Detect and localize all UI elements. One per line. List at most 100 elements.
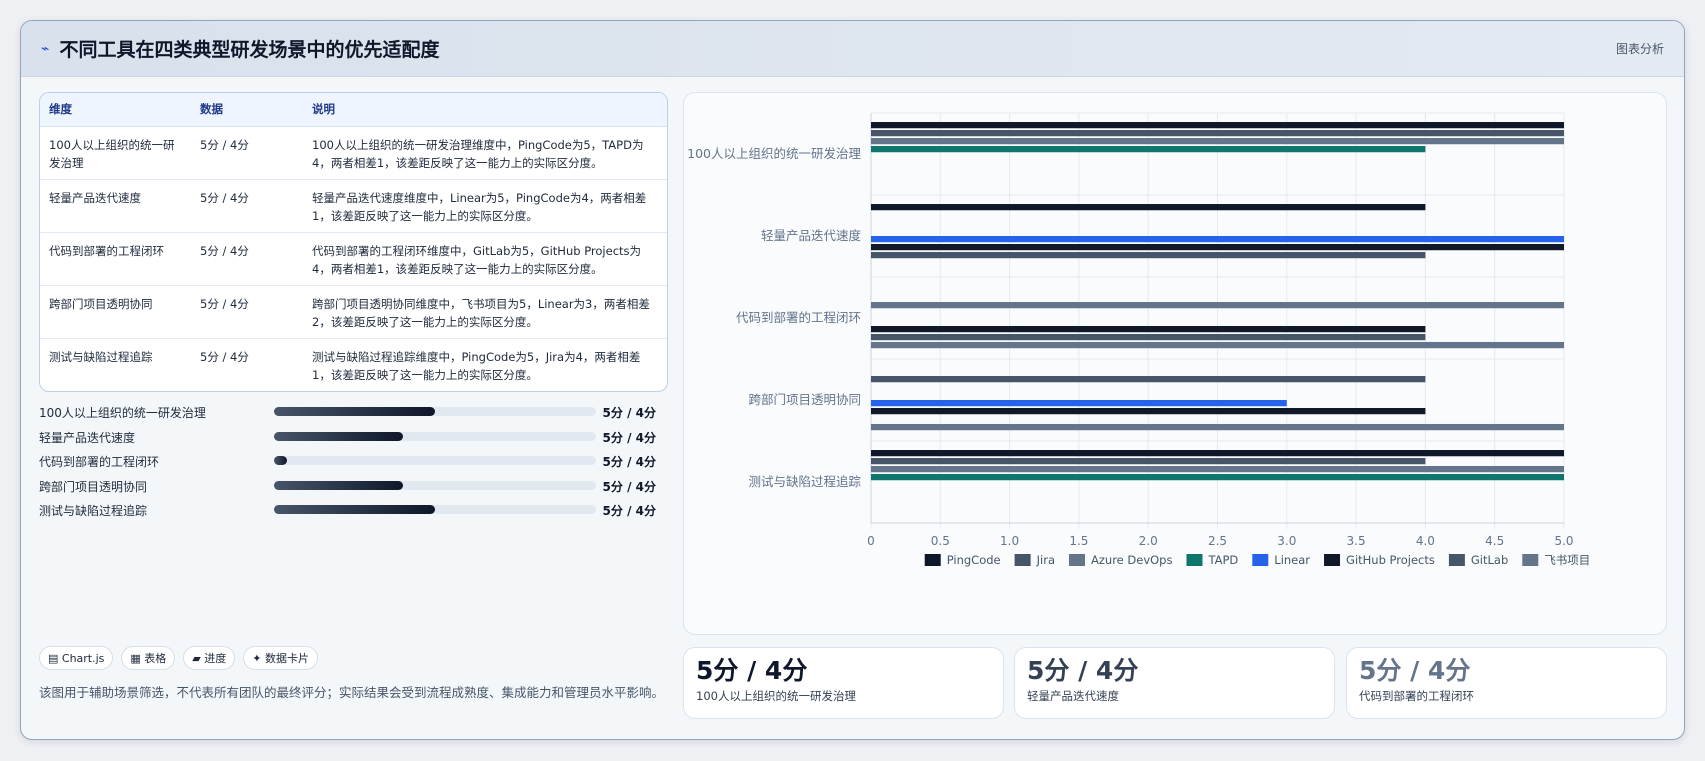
bar-6-1 xyxy=(871,251,1426,259)
bar-0-0 xyxy=(871,122,1564,129)
progress-row: 跨部门项目透明协同 5分 / 4分 xyxy=(39,475,668,500)
chip-chartjs[interactable]: ▤ Chart.js xyxy=(39,646,114,670)
legend-swatch xyxy=(1448,554,1465,566)
progress-value: 5分 / 4分 xyxy=(602,504,656,518)
x-tick-label: 2.5 xyxy=(1208,534,1227,548)
progress-list: 100人以上组织的统一研发治理 5分 / 4分 轻量产品迭代速度 5分 / 4分… xyxy=(39,401,668,524)
legend-swatch xyxy=(924,554,941,566)
card-header: ⌁ 不同工具在四类典型研发场景中的优先适配度 图表分析 xyxy=(21,21,1684,77)
progress-fill xyxy=(274,456,287,465)
progress-fill xyxy=(274,407,435,416)
y-tick-label: 100人以上组织的统一研发治理 xyxy=(687,146,861,161)
x-tick-label: 1.5 xyxy=(1069,534,1088,548)
x-tick-label: 2.0 xyxy=(1139,534,1158,548)
x-tick-label: 4.5 xyxy=(1485,534,1504,548)
table-header: 数据 xyxy=(191,93,303,127)
bar-3-4 xyxy=(871,474,1564,481)
table-cell: 轻量产品迭代速度 xyxy=(40,179,191,233)
legend-swatch xyxy=(1324,554,1341,566)
table-row: 跨部门项目透明协同 5分 / 4分 跨部门项目透明协同维度中，飞书项目为5，Li… xyxy=(40,285,667,339)
x-tick-label: 4.0 xyxy=(1416,534,1435,548)
legend-swatch xyxy=(1252,554,1269,566)
legend-swatch xyxy=(1186,554,1203,566)
stat-card: 5分 / 4分 代码到部署的工程闭环 xyxy=(1346,647,1667,719)
table-header: 说明 xyxy=(303,93,667,127)
table-cell: 测试与缺陷过程追踪 xyxy=(49,349,153,364)
progress-label: 代码到部署的工程闭环 xyxy=(39,455,160,469)
table-cell: 5分 / 4分 xyxy=(191,285,303,339)
stat-label: 代码到部署的工程闭环 xyxy=(1359,689,1474,703)
bar-1-3 xyxy=(871,376,1426,383)
table-cell: 5分 / 4分 xyxy=(200,349,249,364)
bar-5-1 xyxy=(871,243,1564,251)
chip-table[interactable]: ▦ 表格 xyxy=(121,646,176,670)
table-cell: 5分 / 4分 xyxy=(191,179,303,233)
table-row: 测试与缺陷过程追踪 5分 / 4分 测试与缺陷过程追踪维度中，PingCode为… xyxy=(40,338,667,391)
stat-label: 轻量产品迭代速度 xyxy=(1027,689,1119,703)
bar-5-2 xyxy=(871,325,1426,333)
legend-label: 飞书项目 xyxy=(1544,553,1590,567)
data-table: 维度 数据 说明 100人以上组织的统一研发治理 5分 / 4分 100人以上组… xyxy=(39,92,668,392)
y-tick-label: 跨部门项目透明协同 xyxy=(748,392,861,407)
table-cell: 代码到部署的工程闭环维度中，GitLab为5，GitHub Projects为4… xyxy=(303,232,667,286)
progress-track xyxy=(274,480,596,490)
bar-4-3 xyxy=(871,400,1287,407)
x-tick-label: 0.5 xyxy=(931,534,950,548)
progress-row: 100人以上组织的统一研发治理 5分 / 4分 xyxy=(39,401,668,426)
progress-fill xyxy=(274,505,435,514)
table-row: 代码到部署的工程闭环 5分 / 4分 代码到部署的工程闭环维度中，GitLab为… xyxy=(40,232,667,286)
progress-row: 轻量产品迭代速度 5分 / 4分 xyxy=(39,426,668,451)
bar-1-0 xyxy=(871,130,1564,137)
legend-swatch xyxy=(1014,554,1031,566)
y-tick-label: 测试与缺陷过程追踪 xyxy=(748,474,861,489)
bar-0-1 xyxy=(871,204,1426,211)
footnote: 该图用于辅助场景筛选，不代表所有团队的最终评分；实际结果会受到流程成熟度、集成能… xyxy=(39,685,665,700)
table-cell: 测试与缺陷过程追踪维度中，PingCode为5，Jira为4，两者相差1，该差距… xyxy=(312,349,641,382)
chip-row: ▤ Chart.js ▦ 表格 ▰ 进度 ✦ 数据卡片 xyxy=(39,646,318,670)
bar-2-4 xyxy=(871,466,1564,473)
legend-label: PingCode xyxy=(947,553,1001,567)
legend-swatch xyxy=(1069,554,1086,566)
pulse-icon: ⌁ xyxy=(41,40,50,57)
chart-card: ⌁ 不同工具在四类典型研发场景中的优先适配度 图表分析 维度 数据 说明 100… xyxy=(20,20,1685,740)
page-title: 不同工具在四类典型研发场景中的优先适配度 xyxy=(59,39,440,61)
legend-label: Azure DevOps xyxy=(1091,553,1172,567)
progress-label: 100人以上组织的统一研发治理 xyxy=(39,406,206,420)
bar-chart: 0 0.5 1.0 1.5 2.0 2.5 3.0 3.5 4.0 4.5 5.0 100人以上组织的… xyxy=(687,112,1590,567)
progress-track xyxy=(274,456,596,465)
x-tick-label: 0 xyxy=(867,534,875,548)
bar-1-4 xyxy=(871,458,1426,465)
legend-label: TAPD xyxy=(1207,553,1238,567)
bar-7-2 xyxy=(871,341,1564,349)
table-header: 维度 xyxy=(40,93,191,127)
progress-label: 测试与缺陷过程追踪 xyxy=(39,504,148,518)
bar-5-3 xyxy=(871,407,1426,415)
table-cell: 5分 / 4分 xyxy=(191,126,303,180)
progress-value: 5分 / 4分 xyxy=(602,406,656,420)
legend-label: GitHub Projects xyxy=(1346,553,1435,567)
stat-value: 5分 / 4分 xyxy=(696,656,808,685)
table-cell: 轻量产品迭代速度维度中，Linear为5，PingCode为4，两者相差1，该差… xyxy=(303,179,667,233)
bar-6-2 xyxy=(871,333,1426,341)
progress-fill xyxy=(274,480,403,490)
stat-card: 5分 / 4分 轻量产品迭代速度 xyxy=(1014,647,1335,719)
x-tick-label: 5.0 xyxy=(1554,534,1573,548)
progress-value: 5分 / 4分 xyxy=(602,430,656,445)
chip-data-cards[interactable]: ✦ 数据卡片 xyxy=(243,646,318,670)
table-row: 100人以上组织的统一研发治理 5分 / 4分 100人以上组织的统一研发治理维… xyxy=(40,126,667,180)
progress-track xyxy=(274,505,596,514)
y-tick-label: 代码到部署的工程闭环 xyxy=(736,310,861,325)
bar-2-0 xyxy=(871,138,1564,145)
table-cell: 跨部门项目透明协同 xyxy=(40,285,191,339)
legend-label: Linear xyxy=(1274,553,1310,567)
legend-swatch xyxy=(1522,554,1539,566)
table-cell: 跨部门项目透明协同维度中，飞书项目为5，Linear为3，两者相差2，该差距反映… xyxy=(303,285,667,339)
table-cell: 100人以上组织的统一研发治理 xyxy=(40,126,191,180)
progress-row: 代码到部署的工程闭环 5分 / 4分 xyxy=(39,450,668,475)
chip-progress[interactable]: ▰ 进度 xyxy=(183,646,236,670)
stat-card: 5分 / 4分 100人以上组织的统一研发治理 xyxy=(683,647,1004,719)
chart-panel: 0 0.5 1.0 1.5 2.0 2.5 3.0 3.5 4.0 4.5 5.0 100人以上组织的… xyxy=(683,92,1667,635)
table-cell: 代码到部署的工程闭环 xyxy=(40,232,191,286)
bar-4-1 xyxy=(871,236,1564,243)
table-cell: 100人以上组织的统一研发治理维度中，PingCode为5，TAPD为4，两者相… xyxy=(303,126,667,180)
